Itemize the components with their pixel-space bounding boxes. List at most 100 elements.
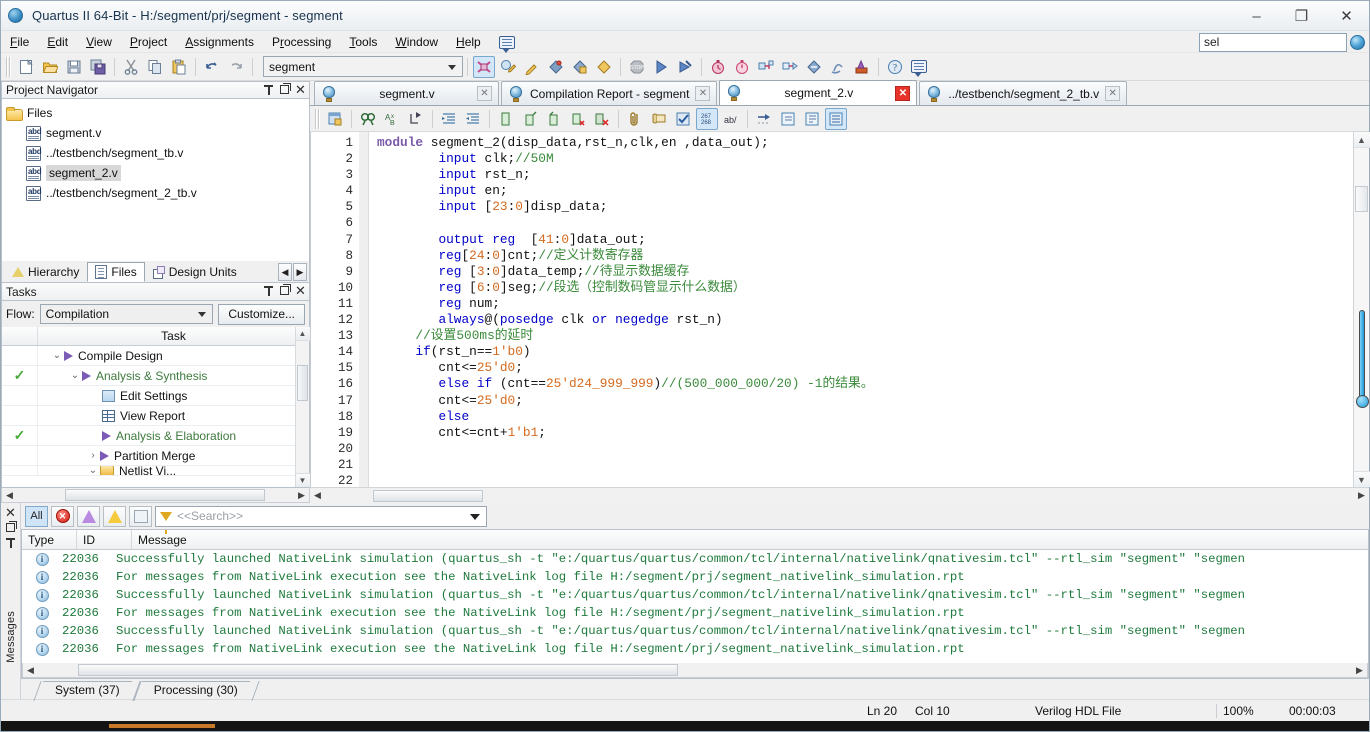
uncomment-icon[interactable] bbox=[519, 108, 541, 130]
increase-indent-icon[interactable] bbox=[438, 108, 460, 130]
start-compilation-icon[interactable] bbox=[545, 56, 567, 78]
insert-template-icon[interactable] bbox=[324, 108, 346, 130]
code-line[interactable] bbox=[377, 473, 1353, 487]
code-line[interactable]: output reg [41:0]data_out; bbox=[377, 232, 1353, 248]
scroll-right-button[interactable]: ▶ bbox=[1354, 489, 1369, 502]
start-analysis-icon[interactable] bbox=[569, 56, 591, 78]
menu-window[interactable]: Window bbox=[386, 33, 447, 51]
filter-all-button[interactable]: All bbox=[25, 505, 48, 527]
code-line[interactable]: module segment_2(disp_data,rst_n,clk,en … bbox=[377, 135, 1353, 151]
close-icon[interactable]: ✕ bbox=[295, 284, 306, 297]
code-line[interactable]: cnt<=25'd0; bbox=[377, 393, 1353, 409]
scroll-thumb[interactable] bbox=[297, 365, 308, 401]
tab-close-icon[interactable]: ✕ bbox=[695, 86, 711, 101]
code-line[interactable]: input rst_n; bbox=[377, 167, 1353, 183]
editor-tab-segment-2-tb-v[interactable]: ../testbench/segment_2_tb.v ✕ bbox=[919, 81, 1128, 105]
menu-edit[interactable]: Edit bbox=[38, 33, 77, 51]
scroll-down-button[interactable]: ▼ bbox=[1353, 471, 1370, 487]
file-item-segment-2-tb-v[interactable]: abd ../testbench/segment_2_tb.v bbox=[6, 183, 309, 203]
open-file-icon[interactable] bbox=[39, 56, 61, 78]
tab-close-icon[interactable]: ✕ bbox=[477, 86, 492, 101]
show-all-icon[interactable] bbox=[825, 107, 847, 130]
close-icon[interactable]: ✕ bbox=[5, 506, 16, 519]
filter-info-button[interactable] bbox=[129, 505, 152, 527]
task-row-analysis-synthesis[interactable]: ✓ ⌄ Analysis & Synthesis bbox=[2, 366, 309, 386]
restore-icon[interactable] bbox=[279, 284, 291, 297]
signaltap-icon[interactable] bbox=[827, 56, 849, 78]
scroll-left-button[interactable]: ◀ bbox=[310, 489, 325, 502]
goto-line-icon[interactable] bbox=[753, 108, 775, 130]
menu-file[interactable]: File bbox=[1, 33, 38, 51]
cut-icon[interactable] bbox=[120, 56, 142, 78]
copy-icon[interactable] bbox=[144, 56, 166, 78]
project-navigator-tree[interactable]: Files abd segment.v abd ../testbench/seg… bbox=[1, 99, 310, 261]
code-line[interactable]: always@(posedge clk or negedge rst_n) bbox=[377, 312, 1353, 328]
editor-tab-compilation-report[interactable]: Compilation Report - segment ✕ bbox=[501, 81, 718, 105]
save-all-icon[interactable] bbox=[87, 56, 109, 78]
message-row[interactable]: i 22036 For messages from NativeLink execu… bbox=[22, 640, 1368, 658]
code-line[interactable]: reg num; bbox=[377, 296, 1353, 312]
stop-icon[interactable]: STOP bbox=[626, 56, 648, 78]
play-icon[interactable] bbox=[650, 56, 672, 78]
code-line[interactable]: else if (cnt==25'd24_999_999)//(500_000_… bbox=[377, 376, 1353, 392]
scroll-right-button[interactable]: ▶ bbox=[1352, 664, 1367, 677]
scroll-left-button[interactable]: ◀ bbox=[2, 489, 17, 502]
scroll-up-button[interactable]: ▲ bbox=[1353, 132, 1370, 148]
project-combo[interactable]: segment bbox=[263, 56, 463, 77]
filter-critical-warning-button[interactable] bbox=[77, 505, 100, 527]
messages-tab-system[interactable]: System (37) bbox=[43, 681, 132, 699]
find-replace-icon[interactable]: AxB bbox=[381, 108, 403, 130]
file-item-segment-tb-v[interactable]: abd ../testbench/segment_tb.v bbox=[6, 143, 309, 163]
code-line[interactable]: input clk;//50M bbox=[377, 151, 1353, 167]
rtl-viewer-icon[interactable] bbox=[755, 56, 777, 78]
code-line[interactable]: reg[24:0]cnt;//定义计数寄存器 bbox=[377, 248, 1353, 264]
tab-hierarchy[interactable]: Hierarchy bbox=[4, 262, 87, 282]
maximize-button[interactable]: ❐ bbox=[1279, 1, 1324, 31]
column-id[interactable]: ID bbox=[77, 530, 132, 549]
code-line[interactable]: input en; bbox=[377, 183, 1353, 199]
comment-icon[interactable] bbox=[495, 108, 517, 130]
code-vertical-scrollbar[interactable]: ▲ ▼ bbox=[1353, 132, 1370, 487]
code-area[interactable]: 1 2 3 4 5 6 7 8 9 10 11 12 13 14 15 16 17 18 19 20 21 22 modu… bbox=[310, 132, 1353, 487]
message-icon[interactable] bbox=[908, 56, 930, 78]
code-line[interactable]: else bbox=[377, 409, 1353, 425]
close-button[interactable]: ✕ bbox=[1324, 1, 1369, 31]
tasks-vertical-scrollbar[interactable]: ▲ ▼ bbox=[295, 327, 310, 487]
code-line[interactable]: cnt<=25'd0; bbox=[377, 360, 1353, 376]
code-line[interactable] bbox=[377, 215, 1353, 231]
messages-tab-processing[interactable]: Processing (30) bbox=[141, 681, 250, 699]
task-row-partition-merge[interactable]: › Partition Merge bbox=[2, 446, 309, 466]
toolbar-grip[interactable] bbox=[6, 56, 11, 77]
run-arrow-icon[interactable] bbox=[82, 370, 91, 381]
menu-view[interactable]: View bbox=[77, 33, 121, 51]
tab-files[interactable]: Files bbox=[87, 262, 145, 282]
compile-stop-icon[interactable] bbox=[473, 55, 495, 78]
scroll-left-button[interactable]: ◀ bbox=[23, 664, 38, 677]
column-type[interactable]: Type bbox=[22, 530, 77, 549]
menu-tools[interactable]: Tools bbox=[340, 33, 386, 51]
tab-design-units[interactable]: Design Units bbox=[145, 262, 245, 282]
redo-icon[interactable] bbox=[225, 56, 247, 78]
goto-icon[interactable] bbox=[405, 108, 427, 130]
twisty-icon[interactable]: ⌄ bbox=[68, 370, 82, 381]
save-icon[interactable] bbox=[63, 56, 85, 78]
restore-icon[interactable] bbox=[279, 83, 291, 96]
scroll-right-button[interactable]: ▶ bbox=[294, 489, 309, 502]
messages-search-input[interactable]: <<Search>> bbox=[155, 505, 487, 534]
tech-map-viewer-icon[interactable] bbox=[779, 56, 801, 78]
clear-bookmark-icon[interactable] bbox=[567, 108, 589, 130]
task-row-netlist-viewers[interactable]: ⌄ Netlist Vi... bbox=[2, 466, 309, 476]
restore-icon[interactable] bbox=[5, 521, 17, 534]
line-numbers-icon[interactable]: 267 268 bbox=[696, 107, 718, 130]
minimize-button[interactable]: – bbox=[1234, 1, 1279, 31]
find-icon[interactable] bbox=[357, 108, 379, 130]
scroll-thumb[interactable] bbox=[373, 489, 483, 502]
undo-icon[interactable] bbox=[201, 56, 223, 78]
chevron-down-icon[interactable] bbox=[470, 513, 480, 520]
task-row-view-report[interactable]: View Report bbox=[2, 406, 309, 426]
timequest-icon[interactable] bbox=[731, 56, 753, 78]
tab-nav-next-button[interactable]: ▶ bbox=[293, 263, 307, 281]
message-row[interactable]: i 22036 Successfully launched NativeLink s… bbox=[22, 586, 1368, 604]
file-item-segment-2-v[interactable]: abd segment_2.v bbox=[6, 163, 309, 183]
search-input[interactable] bbox=[1199, 32, 1347, 52]
